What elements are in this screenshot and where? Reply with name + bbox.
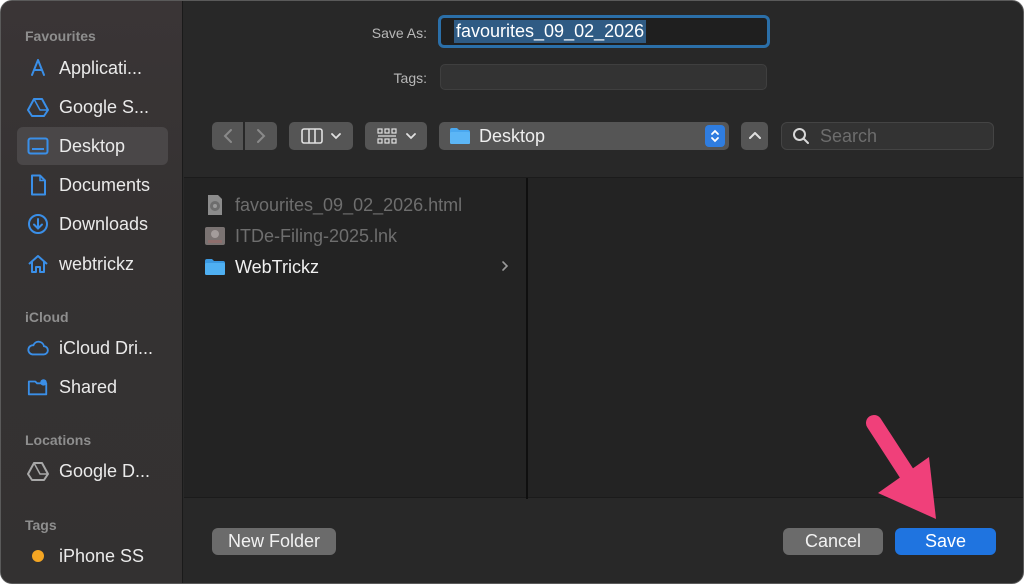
sidebar-section-favourites: Favourites — [25, 28, 96, 44]
file-row-webtrickz[interactable]: WebTrickz — [204, 254, 509, 280]
columns-view-icon — [301, 128, 323, 144]
folder-icon — [450, 128, 470, 144]
sidebar-item-documents[interactable]: Documents — [17, 166, 168, 204]
sidebar-item-label: iCloud Dri... — [59, 337, 154, 358]
cloud-icon — [27, 337, 49, 359]
new-folder-button[interactable]: New Folder — [212, 528, 336, 555]
desktop-icon — [27, 135, 49, 157]
shortcut-file-icon — [204, 225, 226, 247]
save-as-input[interactable]: favourites_09_02_2026 — [438, 15, 770, 48]
tag-dot-icon — [27, 545, 49, 567]
save-as-value: favourites_09_02_2026 — [454, 20, 647, 43]
sidebar-item-label: Google S... — [59, 96, 150, 117]
location-popup[interactable]: Desktop — [439, 122, 729, 150]
google-drive-icon — [27, 96, 49, 118]
file-name: WebTrickz — [235, 256, 320, 277]
search-icon — [793, 128, 809, 144]
group-grid-icon — [377, 128, 397, 144]
file-name: ITDe-Filing-2025.lnk — [235, 225, 398, 246]
home-icon — [27, 253, 49, 275]
chrome-html-file-icon — [204, 194, 226, 216]
chevron-down-icon — [331, 133, 341, 140]
download-icon — [27, 213, 49, 235]
chevron-right-icon — [501, 259, 509, 275]
sidebar-item-label: Google D... — [59, 460, 151, 481]
applications-icon — [27, 57, 49, 79]
chevron-down-icon — [406, 133, 416, 140]
save-as-label: Save As: — [371, 25, 427, 41]
column-divider[interactable] — [526, 178, 528, 499]
chevron-up-icon — [748, 132, 761, 139]
sidebar-item-google-s[interactable]: Google S... — [17, 88, 168, 126]
sidebar: Favourites Applicati... Google S... Desk… — [1, 1, 183, 583]
save-button[interactable]: Save — [895, 528, 996, 555]
tags-label: Tags: — [393, 70, 427, 86]
sidebar-item-label: Downloads — [59, 213, 149, 234]
sidebar-item-icloud-drive[interactable]: iCloud Dri... — [17, 329, 168, 367]
cancel-button[interactable]: Cancel — [783, 528, 883, 555]
sidebar-item-shared[interactable]: Shared — [17, 368, 168, 406]
annotation-arrow-icon — [866, 415, 936, 519]
view-mode-button[interactable] — [289, 122, 353, 150]
sidebar-item-webtrickz[interactable]: webtrickz — [17, 245, 168, 283]
sidebar-section-locations: Locations — [25, 432, 92, 448]
group-button[interactable] — [365, 122, 427, 150]
sidebar-section-tags: Tags — [25, 517, 57, 533]
sidebar-item-desktop[interactable]: Desktop — [17, 127, 168, 165]
shared-folder-icon — [27, 376, 49, 398]
sidebar-item-label: iPhone SS — [59, 545, 145, 566]
sidebar-item-label: Shared — [59, 376, 118, 397]
tags-input[interactable] — [440, 64, 767, 90]
up-down-chevron-icon — [705, 125, 725, 147]
document-icon — [27, 174, 49, 196]
sidebar-item-label: Documents — [59, 174, 151, 195]
sidebar-section-icloud: iCloud — [25, 309, 69, 325]
sidebar-item-applications[interactable]: Applicati... — [17, 49, 168, 87]
file-row: ITDe-Filing-2025.lnk — [204, 223, 509, 249]
location-label: Desktop — [479, 125, 546, 146]
folder-icon — [204, 256, 226, 278]
sidebar-item-label: Desktop — [59, 135, 126, 156]
drive-location-icon — [27, 460, 49, 482]
sidebar-item-label: Applicati... — [59, 57, 143, 78]
sidebar-item-iphone-ss[interactable]: iPhone SS — [17, 537, 168, 575]
sidebar-item-label: webtrickz — [59, 253, 135, 274]
sidebar-item-downloads[interactable]: Downloads — [17, 205, 168, 243]
search-placeholder: Search — [820, 125, 878, 146]
sidebar-item-google-drive[interactable]: Google D... — [17, 452, 168, 490]
chevron-right-icon — [257, 129, 266, 143]
expand-collapse-button[interactable] — [741, 122, 768, 150]
back-button[interactable] — [212, 122, 243, 150]
save-dialog: Favourites Applicati... Google S... Desk… — [0, 0, 1024, 584]
file-name: favourites_09_02_2026.html — [235, 194, 463, 215]
chevron-left-icon — [223, 129, 232, 143]
search-field[interactable]: Search — [781, 122, 994, 150]
forward-button[interactable] — [245, 122, 277, 150]
file-row: favourites_09_02_2026.html — [204, 192, 509, 218]
